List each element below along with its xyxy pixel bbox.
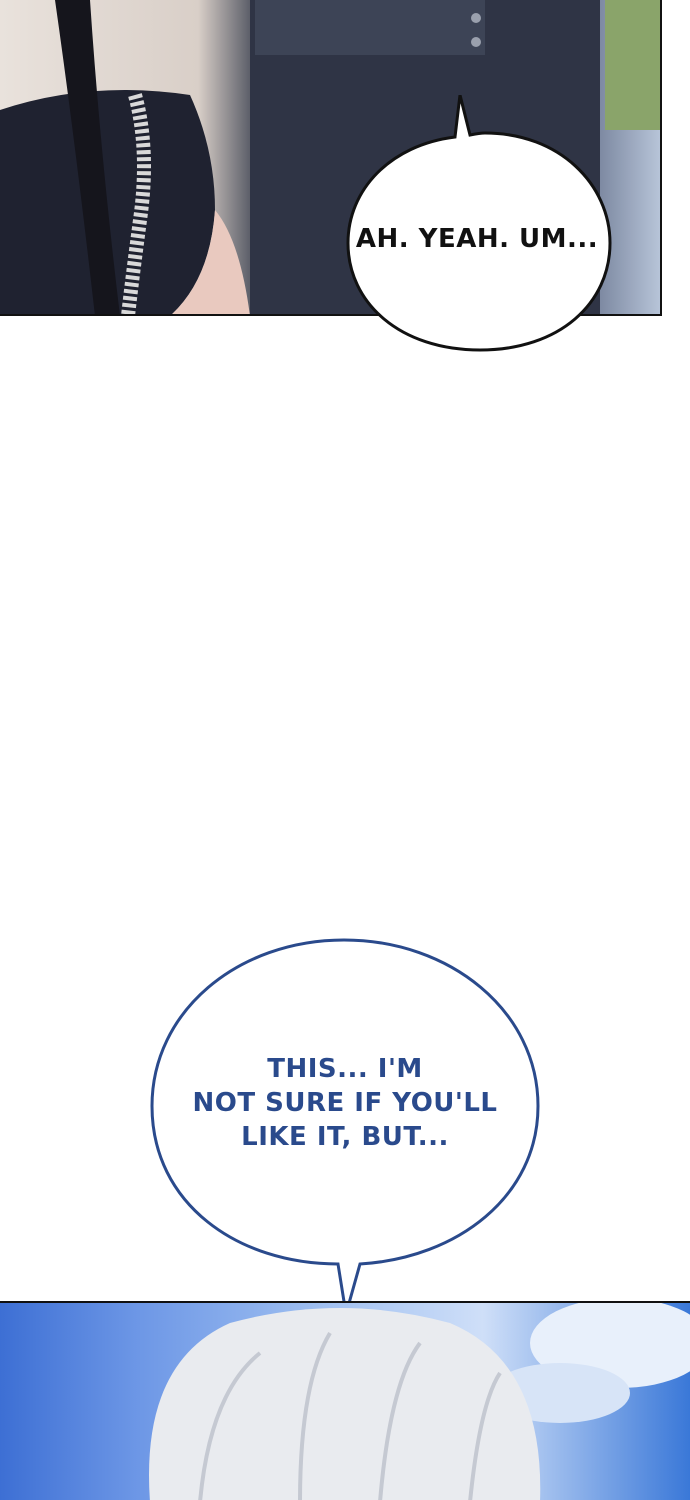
white-hair xyxy=(149,1308,541,1500)
speech-line-2: NOT SURE IF YOU'LL xyxy=(192,1088,498,1118)
speech-bubble-2-text: THIS... I'M NOT SURE IF YOU'LL LIKE IT, … xyxy=(170,1052,520,1154)
speech-bubble-1-text: AH. YEAH. UM... xyxy=(355,224,599,254)
panel-bottom-artwork xyxy=(149,1303,690,1500)
coat-button xyxy=(471,13,481,23)
speech-line-3: LIKE IT, BUT... xyxy=(241,1122,449,1152)
comic-panel-bottom xyxy=(0,1301,690,1500)
speech-line-1: THIS... I'M xyxy=(267,1054,423,1084)
belt-band xyxy=(255,0,485,55)
coat-button xyxy=(471,37,481,47)
